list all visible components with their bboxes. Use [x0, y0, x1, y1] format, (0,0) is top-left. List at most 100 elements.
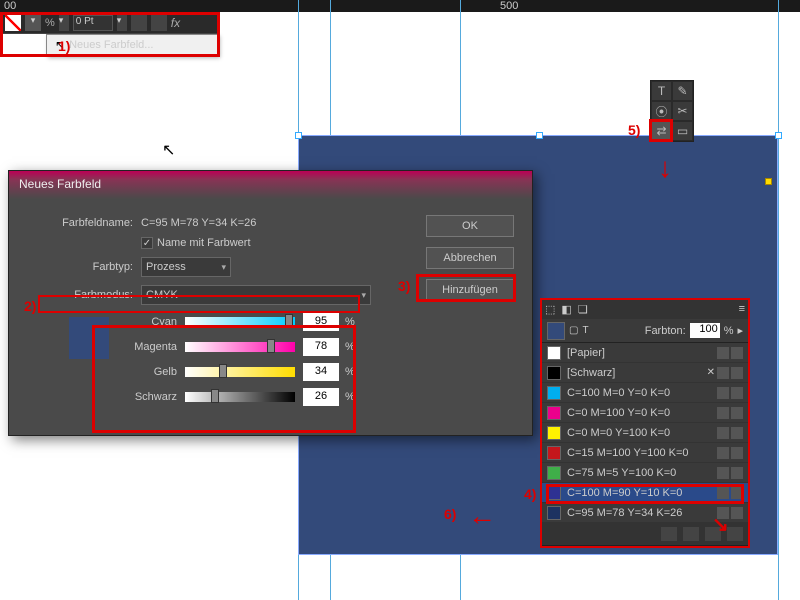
panel-menu-icon[interactable]: ≡ — [739, 303, 745, 315]
color-type-icon — [731, 427, 743, 439]
annotation-1: 1) — [58, 38, 70, 54]
trash-icon[interactable] — [727, 527, 743, 541]
dropdown-icon[interactable]: ▾ — [59, 15, 69, 31]
color-model-icon — [717, 387, 729, 399]
magenta-slider[interactable] — [185, 342, 295, 352]
button-label: Abbrechen — [443, 252, 496, 264]
swatch-item[interactable]: C=100 M=90 Y=10 K=0 — [541, 483, 749, 503]
name-with-color-checkbox[interactable]: ✓ — [141, 237, 153, 249]
type-tool[interactable]: T — [651, 81, 672, 101]
yellow-value[interactable]: 34 — [303, 363, 339, 381]
eyedropper-tool[interactable]: ⦿ — [651, 101, 672, 121]
swatch-name-label: Farbfeldname: — [23, 217, 133, 229]
percent-label: % — [45, 17, 55, 29]
options-bar: ▾ % ▾ 0 Pt ▾ fx — [0, 12, 220, 34]
cancel-button[interactable]: Abbrechen — [426, 247, 514, 269]
panel-tab-icon[interactable]: ⬚ — [545, 303, 555, 316]
show-options-icon[interactable] — [661, 527, 677, 541]
swatch-item[interactable]: [Papier] — [541, 343, 749, 363]
selection-handle[interactable] — [295, 132, 302, 139]
ruler-mark: 500 — [500, 0, 518, 12]
tint-label: Farbton: — [645, 325, 686, 337]
slider-thumb[interactable] — [211, 389, 219, 403]
tint-field[interactable]: 100 — [690, 323, 720, 338]
dropdown-icon[interactable]: ▾ — [117, 15, 127, 31]
ruler-horizontal: 00 500 — [0, 0, 800, 12]
swatch-item[interactable]: C=0 M=0 Y=100 K=0 — [541, 423, 749, 443]
no-fill-icon[interactable] — [5, 15, 21, 31]
arrow-diag-icon: ↘ — [712, 512, 729, 537]
mini-tools-palette: T ✎ ⦿ ✂ ⇄ ▭ — [650, 80, 694, 142]
swap-tool[interactable]: ⇄ — [651, 121, 672, 141]
annotation-3: 3) — [398, 278, 410, 294]
select-value: CMYK — [146, 289, 178, 301]
swatch-color-chip — [547, 406, 561, 420]
folder-icon[interactable] — [683, 527, 699, 541]
percent-label: % — [345, 341, 355, 353]
slider-thumb[interactable] — [285, 314, 293, 328]
swatch-item[interactable]: C=15 M=100 Y=100 K=0 — [541, 443, 749, 463]
scissors-tool[interactable]: ✂ — [672, 101, 693, 121]
text-icon[interactable]: T — [582, 325, 588, 336]
color-model-icon — [717, 467, 729, 479]
swatch-color-chip — [547, 386, 561, 400]
panel-tab-icon[interactable]: ❏ — [578, 303, 588, 316]
arrow-down-icon: ↓ — [658, 152, 672, 184]
color-type-icon — [731, 487, 743, 499]
swatch-type-icons — [717, 427, 743, 439]
swatches-panel: ⬚ ◧ ❏ ≡ ▢ T Farbton: 100 % ▸ [Papier][Sc… — [540, 298, 750, 546]
guide — [778, 0, 779, 600]
pencil-tool[interactable]: ✎ — [672, 81, 693, 101]
selection-handle[interactable] — [775, 132, 782, 139]
button-label: OK — [462, 220, 478, 232]
color-model-icon — [717, 407, 729, 419]
color-mode-select[interactable]: CMYK — [141, 285, 371, 305]
gradient-tool[interactable]: ▭ — [672, 121, 693, 141]
swatch-type-icons: ✕ — [707, 367, 743, 379]
cyan-slider[interactable] — [185, 317, 295, 327]
swatch-item[interactable]: C=100 M=0 Y=0 K=0 — [541, 383, 749, 403]
swatch-type-icons — [717, 467, 743, 479]
cursor-icon: ↖ — [162, 140, 176, 158]
magenta-value[interactable]: 78 — [303, 338, 339, 356]
black-slider[interactable] — [185, 392, 295, 402]
swatch-item[interactable]: C=75 M=5 Y=100 K=0 — [541, 463, 749, 483]
swatch-type-icons — [717, 487, 743, 499]
swatch-item[interactable]: [Schwarz]✕ — [541, 363, 749, 383]
dropdown-icon[interactable]: ▸ — [737, 324, 743, 337]
swatch-preview — [69, 317, 109, 359]
color-type-icon — [731, 367, 743, 379]
swatch-name: C=95 M=78 Y=34 K=26 — [567, 507, 711, 519]
square-outline-icon[interactable] — [151, 15, 167, 31]
slider-thumb[interactable] — [219, 364, 227, 378]
swatch-name: C=0 M=0 Y=100 K=0 — [567, 427, 711, 439]
cmyk-sliders: Cyan 95 % Magenta 78 % Gelb 34 % Schwarz… — [119, 313, 518, 406]
swatch-color-chip — [547, 346, 561, 360]
checkbox-label: Name mit Farbwert — [157, 237, 251, 249]
selection-handle[interactable] — [765, 178, 772, 185]
panel-tab-icon[interactable]: ◧ — [561, 303, 571, 316]
ok-button[interactable]: OK — [426, 215, 514, 237]
black-value[interactable]: 26 — [303, 388, 339, 406]
color-model-icon — [717, 427, 729, 439]
yellow-slider[interactable] — [185, 367, 295, 377]
square-icon[interactable] — [131, 15, 147, 31]
slider-thumb[interactable] — [267, 339, 275, 353]
fx-button[interactable]: fx — [171, 16, 180, 30]
swatch-item[interactable]: C=0 M=100 Y=0 K=0 — [541, 403, 749, 423]
annotation-5: 5) — [628, 122, 640, 138]
swatches-list: [Papier][Schwarz]✕C=100 M=0 Y=0 K=0C=0 M… — [541, 343, 749, 523]
percent-label: % — [724, 325, 734, 337]
menu-item-label: Neues Farbfeld... — [69, 39, 153, 51]
color-type-select[interactable]: Prozess — [141, 257, 231, 277]
fill-chip[interactable] — [547, 322, 565, 340]
stroke-weight-field[interactable]: 0 Pt — [73, 15, 113, 31]
color-type-icon — [731, 447, 743, 459]
container-icon[interactable]: ▢ — [569, 325, 578, 336]
cyan-value[interactable]: 95 — [303, 313, 339, 331]
menu-item-new-swatch[interactable]: ↖ Neues Farbfeld... — [46, 34, 218, 56]
selection-handle[interactable] — [536, 132, 543, 139]
add-button[interactable]: Hinzufügen — [426, 279, 514, 301]
lock-icon: ✕ — [707, 367, 715, 379]
dropdown-icon[interactable]: ▾ — [25, 15, 41, 31]
